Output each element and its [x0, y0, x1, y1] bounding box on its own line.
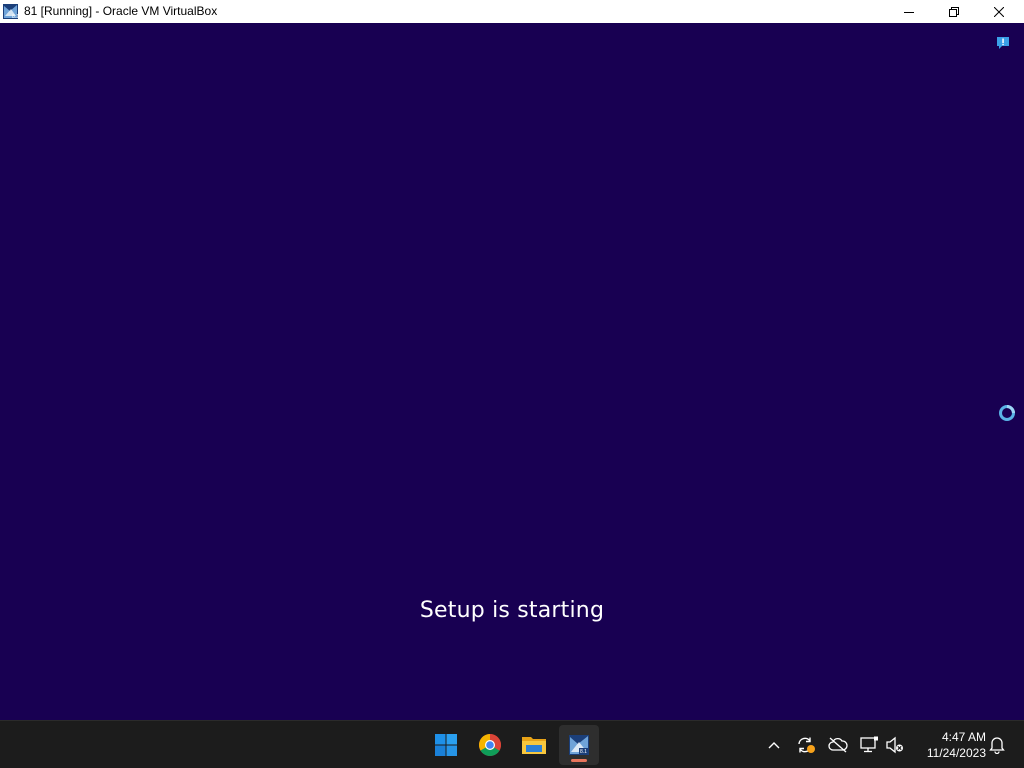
folder-icon: [522, 737, 546, 754]
taskbar-file-explorer[interactable]: [514, 725, 554, 765]
taskbar-clock[interactable]: 4:47 AM 11/24/2023: [912, 729, 986, 761]
restore-button[interactable]: [931, 0, 976, 23]
close-button[interactable]: [976, 0, 1021, 23]
active-app-indicator: [571, 759, 587, 762]
bell-icon: [989, 737, 1005, 754]
chrome-icon: [479, 734, 501, 756]
window-title: 81 [Running] - Oracle VM VirtualBox: [24, 4, 218, 18]
cloud-status-button[interactable]: [827, 735, 849, 755]
svg-text:8.1: 8.1: [580, 749, 587, 755]
virtualbox-icon: 8.1: [569, 735, 589, 755]
show-hidden-icons-button[interactable]: [763, 735, 785, 755]
virtualbox-app-icon[interactable]: 8.1: [2, 3, 19, 20]
clock-date: 11/24/2023: [926, 746, 986, 760]
network-button[interactable]: [858, 735, 880, 755]
restore-icon: [948, 6, 959, 17]
taskbar-virtualbox[interactable]: 8.1: [559, 725, 599, 765]
notification-badge-icon[interactable]: [996, 36, 1010, 50]
svg-text:8.1: 8.1: [12, 14, 19, 20]
volume-muted-icon: [886, 736, 903, 754]
title-bar[interactable]: 8.1 81 [Running] - Oracle VM VirtualBox: [0, 0, 1024, 23]
windows-logo-icon: [435, 734, 457, 756]
vm-display[interactable]: Setup is starting: [0, 23, 1024, 720]
notifications-button[interactable]: [986, 735, 1008, 755]
taskbar-chrome[interactable]: [470, 725, 510, 765]
start-button[interactable]: [426, 725, 466, 765]
chevron-up-icon: [768, 742, 780, 749]
close-icon: [993, 6, 1004, 17]
volume-button[interactable]: [884, 735, 906, 755]
network-icon: [860, 736, 878, 753]
sync-warning-icon: [798, 737, 815, 753]
sync-status-button[interactable]: [795, 735, 817, 755]
virtualbox-window: 8.1 81 [Running] - Oracle VM VirtualBox: [0, 0, 1024, 720]
setup-status-text: Setup is starting: [419, 598, 605, 623]
minimize-button[interactable]: [886, 0, 931, 23]
cloud-offline-icon: [828, 737, 848, 753]
busy-spinner-icon: [999, 405, 1015, 421]
clock-time: 4:47 AM: [941, 730, 986, 744]
taskbar: 8.1 4:47 AM 11/24/2023: [0, 720, 1024, 768]
minimize-icon: [903, 11, 914, 13]
